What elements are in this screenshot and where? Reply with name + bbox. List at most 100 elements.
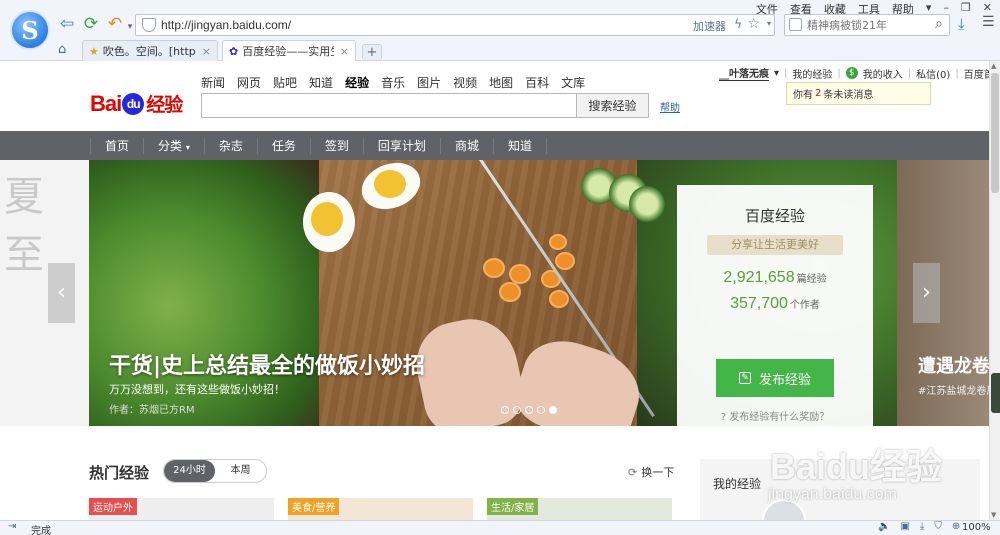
cat-web[interactable]: 网页 bbox=[237, 74, 261, 91]
hot-card[interactable]: 运动户外 bbox=[89, 498, 274, 520]
cat-tieba[interactable]: 贴吧 bbox=[273, 74, 297, 91]
divider: | bbox=[784, 67, 788, 79]
cat-music[interactable]: 音乐 bbox=[381, 74, 405, 91]
nav-mall[interactable]: 商城 bbox=[441, 137, 494, 154]
carousel-dot-active[interactable] bbox=[549, 406, 557, 414]
stats-card: 百度经验 分享让生活更美好 2,921,658 篇经验 357,700 个作者 ✎ … bbox=[677, 185, 873, 426]
scroll-up-icon[interactable]: ▲ bbox=[991, 62, 996, 70]
main-nav-bar: 首页 分类 ▾ 杂志 任务 签到 回享计划 商城 知道 bbox=[0, 131, 990, 160]
refresh-button[interactable]: ⟳ 换一下 bbox=[628, 464, 674, 480]
browser-search-input[interactable] bbox=[807, 17, 919, 33]
hot-card[interactable]: 美食/营养 bbox=[288, 498, 473, 520]
side-widget-handle[interactable] bbox=[991, 373, 1000, 413]
publish-button-label: 发布经验 bbox=[758, 372, 811, 388]
sidebar-toggle-icon[interactable]: ⇥ bbox=[8, 521, 16, 532]
nav-checkin[interactable]: 签到 bbox=[311, 137, 364, 154]
user-bar: __叶落无痕 ▾ | 我的经验 | $ 我的收入 | 私信(0) | 百度首页 bbox=[719, 65, 990, 81]
carousel-next-arrow-icon[interactable]: › bbox=[913, 263, 940, 323]
speaker-icon[interactable]: 🔈 bbox=[878, 521, 890, 532]
cat-baike[interactable]: 百科 bbox=[525, 74, 549, 91]
stats-card-title: 百度经验 bbox=[744, 207, 805, 225]
cat-video[interactable]: 视频 bbox=[453, 74, 477, 91]
carousel-dot[interactable] bbox=[513, 406, 521, 414]
zoom-icon[interactable]: ⊕ bbox=[952, 521, 960, 532]
browser-search-box[interactable]: ⌕ bbox=[784, 14, 950, 36]
unread-message-popup[interactable]: 你有 2 条未读消息 bbox=[786, 82, 931, 105]
address-bar[interactable]: http://jingyan.baidu.com/ 加速器 ϟ ☆ ▾ bbox=[135, 14, 775, 36]
watermark-brand: Baidu经验 bbox=[770, 446, 943, 487]
star-favicon-icon: ★ bbox=[89, 44, 99, 58]
vertical-scrollbar[interactable]: ▲ ▼ bbox=[989, 61, 1000, 520]
private-message-link[interactable]: 私信(0) bbox=[916, 66, 950, 81]
my-income-link[interactable]: 我的收入 bbox=[863, 66, 903, 81]
hamburger-menu-icon[interactable]: ☰ bbox=[982, 14, 995, 30]
logo-suffix: 经验 bbox=[146, 94, 183, 116]
nav-share-plan[interactable]: 回享计划 bbox=[364, 137, 441, 154]
reward-question-link[interactable]: ? 发布经验有什么奖励？ bbox=[677, 408, 873, 423]
download-icon[interactable]: ⤓ bbox=[958, 15, 965, 33]
chevron-down-icon: ▾ bbox=[185, 142, 190, 152]
tab-close-icon[interactable]: × bbox=[202, 45, 211, 58]
divider: | bbox=[955, 67, 959, 79]
tab-qzone[interactable]: ★ 吹色。空间。[http://73 × bbox=[82, 40, 218, 61]
carrot-slice-image bbox=[509, 264, 531, 284]
unread-prefix: 你有 bbox=[793, 90, 813, 101]
site-search-field[interactable] bbox=[201, 93, 577, 118]
tab-baidu-jingyan[interactable]: ✿ 百度经验——实用生活指 × bbox=[222, 40, 356, 61]
shield-status-icon[interactable]: ⛉ bbox=[934, 521, 942, 532]
site-search-input[interactable] bbox=[202, 94, 576, 117]
user-dropdown-icon[interactable]: ▾ bbox=[774, 68, 779, 79]
search-jingyan-button[interactable]: 搜索经验 bbox=[576, 93, 649, 118]
unread-count: 2 bbox=[815, 88, 822, 99]
tab-week[interactable]: 本周 bbox=[215, 460, 266, 482]
baidu-home-link[interactable]: 百度首页 bbox=[964, 66, 990, 81]
download-status-icon[interactable]: ⤓ bbox=[920, 521, 924, 532]
baidu-jingyan-logo[interactable]: Bai du 经验 bbox=[90, 90, 183, 117]
lightning-icon[interactable]: ϟ bbox=[734, 17, 742, 31]
cat-news[interactable]: 新闻 bbox=[201, 74, 225, 91]
nav-home[interactable]: 首页 bbox=[90, 137, 145, 154]
carousel-dot[interactable] bbox=[525, 406, 533, 414]
income-coin-icon: $ bbox=[845, 67, 858, 79]
scroll-down-icon[interactable]: ▼ bbox=[991, 511, 996, 519]
cat-jingyan[interactable]: 经验 bbox=[345, 74, 369, 91]
home-icon[interactable]: ⌂ bbox=[58, 42, 66, 57]
new-tab-button[interactable]: + bbox=[362, 44, 382, 60]
nav-zhidao[interactable]: 知道 bbox=[494, 137, 547, 154]
refresh-icon[interactable]: ⟳ bbox=[82, 15, 100, 33]
cat-map[interactable]: 地图 bbox=[489, 74, 513, 91]
nav-category[interactable]: 分类 ▾ bbox=[144, 137, 205, 154]
my-experience-label: 我的经验 bbox=[713, 477, 762, 491]
carousel-dot[interactable] bbox=[501, 406, 509, 414]
banner-subtitle: 万万没想到，还有这些做饭小妙招！ bbox=[109, 383, 285, 396]
screenshot-icon[interactable]: ▣ bbox=[900, 521, 909, 532]
reward-note-label: 发布经验有什么奖励？ bbox=[729, 412, 830, 423]
cat-images[interactable]: 图片 bbox=[417, 74, 441, 91]
nav-magazine[interactable]: 杂志 bbox=[205, 137, 258, 154]
carousel-dot[interactable] bbox=[537, 406, 545, 414]
accelerator-label[interactable]: 加速器 bbox=[693, 18, 726, 34]
back-arrow-icon[interactable]: ⇦ bbox=[58, 15, 76, 33]
tab-24h[interactable]: 24小时 bbox=[164, 460, 215, 482]
zoom-level[interactable]: 100% bbox=[962, 522, 991, 533]
nav-tasks[interactable]: 任务 bbox=[258, 137, 311, 154]
search-engine-icon[interactable] bbox=[789, 18, 802, 31]
help-link[interactable]: 帮助 bbox=[660, 99, 680, 114]
tab-close-icon[interactable]: × bbox=[340, 45, 349, 58]
cat-wenku[interactable]: 文库 bbox=[561, 74, 585, 91]
search-icon[interactable]: ⌕ bbox=[935, 16, 943, 32]
address-dropdown-icon[interactable]: ▾ bbox=[767, 19, 771, 28]
cat-zhidao[interactable]: 知道 bbox=[309, 74, 333, 91]
carousel-prev-arrow-icon[interactable]: ‹ bbox=[48, 263, 75, 323]
banner-title[interactable]: 干货|史上总结最全的做饭小妙招 bbox=[109, 348, 425, 380]
unread-suffix: 条未读消息 bbox=[823, 90, 874, 101]
publish-experience-button[interactable]: ✎ 发布经验 bbox=[716, 359, 834, 397]
username-link[interactable]: __叶落无痕 bbox=[719, 65, 769, 81]
bookmark-star-icon[interactable]: ☆ bbox=[747, 16, 760, 32]
next-slide-title[interactable]: 遭遇龙卷 bbox=[918, 352, 990, 378]
address-url[interactable]: http://jingyan.baidu.com/ bbox=[161, 18, 291, 32]
scrollbar-thumb[interactable] bbox=[991, 73, 999, 193]
browser-logo[interactable]: S bbox=[10, 10, 50, 50]
my-experience-link[interactable]: 我的经验 bbox=[792, 66, 832, 81]
hot-card[interactable]: 生活/家居 bbox=[487, 498, 672, 520]
